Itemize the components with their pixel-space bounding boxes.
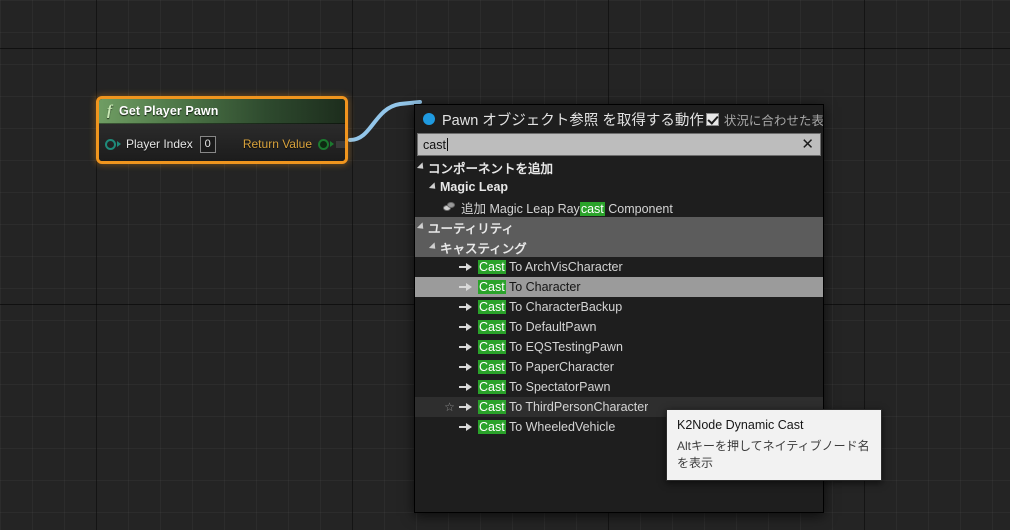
output-pin-label: Return Value (242, 137, 312, 151)
tree-action-row[interactable]: Cast To DefaultPawn (415, 317, 823, 337)
tree-action-row[interactable]: Cast To CharacterBackup (415, 297, 823, 317)
player-index-input[interactable]: 0 (199, 135, 216, 153)
row-label-suffix: To ThirdPersonCharacter (505, 400, 649, 414)
tree-row-label: Magic Leap (440, 180, 509, 194)
node-title-bar[interactable]: f Get Player Pawn (99, 99, 345, 124)
tree-row-label: キャスティング (440, 241, 527, 256)
cast-node-icon (459, 262, 473, 272)
node-tooltip: K2Node Dynamic Cast Altキーを押してネイティブノード名を表… (666, 409, 882, 481)
cast-node-icon (459, 362, 473, 372)
row-label-suffix: To EQSTestingPawn (505, 340, 623, 354)
node-get-player-pawn[interactable]: f Get Player Pawn Player Index 0 Return … (96, 96, 348, 164)
tree-action-row[interactable]: Cast To Character (415, 277, 823, 297)
search-match-highlight: Cast (478, 420, 506, 434)
cast-node-icon (459, 282, 473, 292)
search-match-highlight: Cast (478, 400, 506, 414)
search-match-highlight: cast (579, 201, 605, 216)
input-pin-label: Player Index (126, 137, 193, 151)
tree-row-label: 追加 Magic Leap Raycast Component (461, 198, 673, 217)
pin-arrow-icon (117, 141, 121, 147)
action-menu-header: Pawn オブジェクト参照 を取得する動作 状況に合わせた表示 (415, 105, 823, 133)
action-menu-title: Pawn オブジェクト参照 を取得する動作 (442, 112, 704, 129)
tooltip-title: K2Node Dynamic Cast (677, 418, 804, 432)
search-row[interactable]: cast ✕ (417, 133, 821, 156)
disclosure-triangle-icon[interactable] (416, 162, 427, 172)
row-label-suffix: To Character (505, 280, 581, 294)
tree-action-row[interactable]: Cast To ArchVisCharacter (415, 257, 823, 277)
tree-row-label: Cast To Character (478, 280, 581, 294)
row-label-suffix: To CharacterBackup (505, 300, 623, 314)
row-label-prefix: 追加 Magic Leap Ray (461, 201, 580, 216)
output-pin-return-value[interactable]: Return Value (243, 137, 345, 151)
tree-row-label: Cast To ThirdPersonCharacter (478, 400, 648, 414)
search-match-highlight: Cast (478, 280, 506, 294)
node-title-label: Get Player Pawn (119, 104, 219, 118)
search-match-highlight: Cast (478, 360, 506, 374)
cast-node-icon (459, 322, 473, 332)
input-pin-player-index[interactable]: Player Index 0 (105, 135, 216, 153)
cast-node-icon (459, 422, 473, 432)
favorite-star-icon[interactable]: ☆ (443, 401, 456, 413)
disclosure-triangle-icon[interactable] (428, 242, 439, 252)
search-input-value: cast (423, 137, 446, 152)
cast-node-icon (459, 342, 473, 352)
context-sensitive-checkbox[interactable] (705, 112, 719, 126)
tree-category-row[interactable]: コンポーネントを追加 (415, 157, 823, 177)
search-match-highlight: Cast (478, 380, 506, 394)
tree-row-label: ユーティリティ (428, 221, 515, 236)
tooltip-subtitle: Altキーを押してネイティブノード名を表示 (677, 439, 870, 470)
disclosure-triangle-icon[interactable] (428, 182, 439, 192)
tree-row-label: コンポーネントを追加 (428, 161, 554, 176)
component-icon (443, 201, 456, 213)
pin-stub (336, 140, 345, 148)
function-icon: f (107, 102, 112, 119)
search-match-highlight: Cast (478, 320, 506, 334)
pin-circle-icon[interactable] (105, 138, 116, 150)
pin-circle-icon[interactable] (318, 138, 329, 150)
row-label-suffix: To WheeledVehicle (505, 420, 616, 434)
row-label-suffix: To SpectatorPawn (505, 380, 611, 394)
tree-row-label: Cast To ArchVisCharacter (478, 260, 623, 274)
search-input[interactable]: cast (423, 137, 799, 152)
cast-node-icon (459, 302, 473, 312)
cast-node-icon (459, 382, 473, 392)
disclosure-triangle-icon[interactable] (416, 222, 427, 232)
row-label-suffix: To ArchVisCharacter (505, 260, 623, 274)
tree-action-row[interactable]: Cast To SpectatorPawn (415, 377, 823, 397)
tree-row-label: Cast To CharacterBackup (478, 300, 622, 314)
row-label-suffix: Component (604, 201, 673, 216)
object-reference-dot-icon (423, 113, 435, 125)
row-label-suffix: To PaperCharacter (505, 360, 614, 374)
pin-arrow-icon (330, 141, 334, 147)
tree-row-label: Cast To SpectatorPawn (478, 380, 610, 394)
tree-row-label: Cast To DefaultPawn (478, 320, 597, 334)
node-body: Player Index 0 Return Value (99, 124, 345, 161)
tree-category-row[interactable]: ユーティリティ (415, 217, 823, 237)
text-caret (446, 137, 448, 151)
context-sensitive-label: 状況に合わせた表示 (723, 113, 823, 128)
tree-action-row[interactable]: Cast To EQSTestingPawn (415, 337, 823, 357)
tree-action-row[interactable]: Cast To PaperCharacter (415, 357, 823, 377)
cast-node-icon (459, 402, 473, 412)
tree-action-row[interactable]: 追加 Magic Leap Raycast Component (415, 197, 823, 217)
tree-row-label: Cast To EQSTestingPawn (478, 340, 623, 354)
tree-category-row[interactable]: Magic Leap (415, 177, 823, 197)
tree-row-label: Cast To PaperCharacter (478, 360, 614, 374)
search-match-highlight: Cast (478, 340, 506, 354)
search-match-highlight: Cast (478, 300, 506, 314)
search-match-highlight: Cast (478, 260, 506, 274)
tree-category-row[interactable]: キャスティング (415, 237, 823, 257)
tree-row-label: Cast To WheeledVehicle (478, 420, 615, 434)
row-label-suffix: To DefaultPawn (505, 320, 597, 334)
clear-search-icon[interactable]: ✕ (799, 137, 816, 152)
